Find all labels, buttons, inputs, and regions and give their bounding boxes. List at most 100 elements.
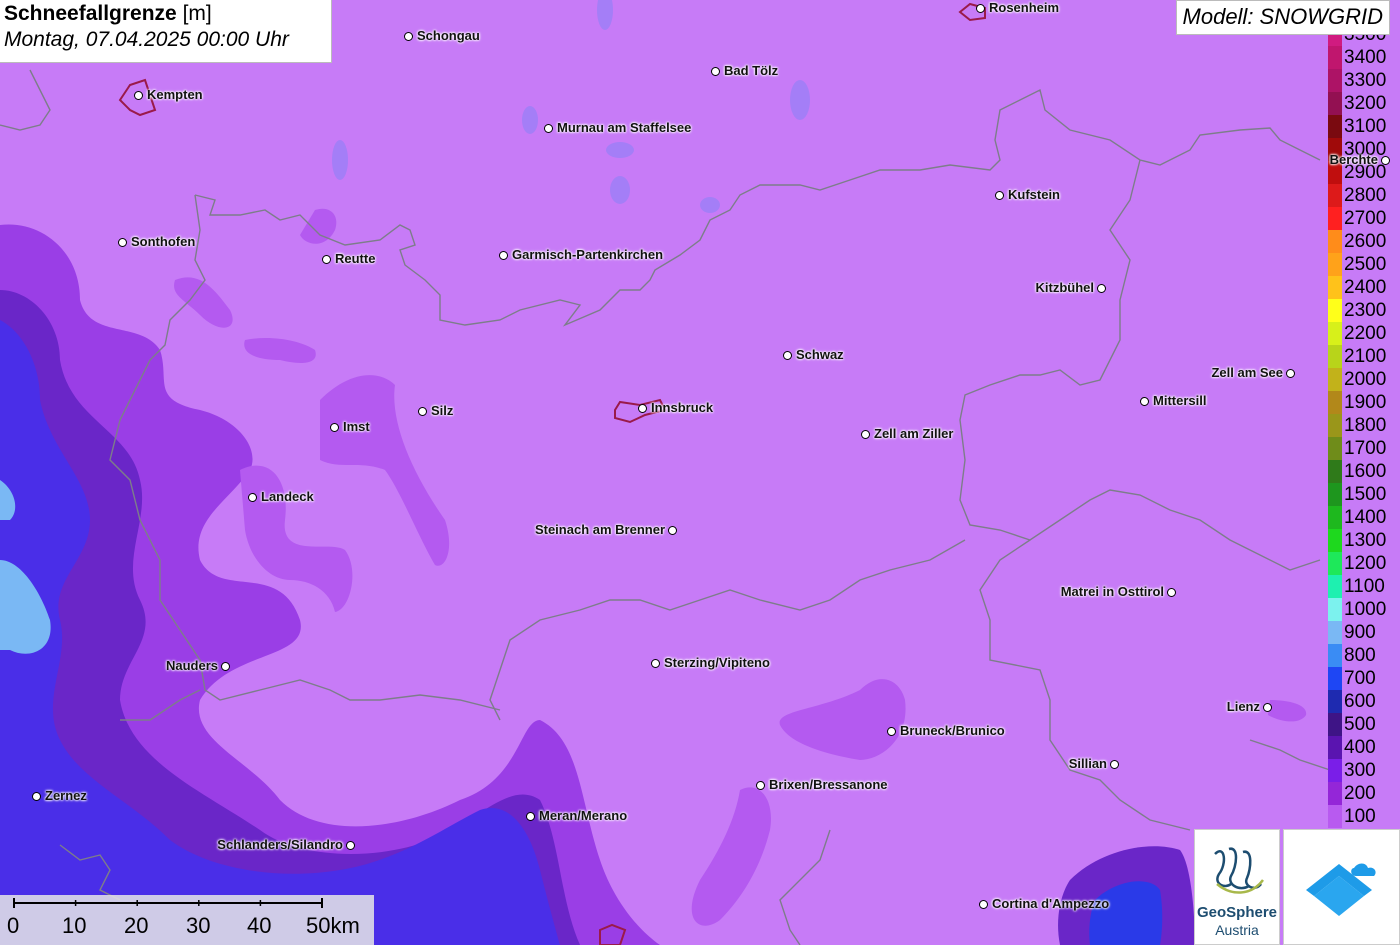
scale-label-10: 10 (62, 913, 87, 938)
scale-bar: 0 10 20 30 40 50km (0, 895, 374, 945)
legend-swatch (1328, 207, 1342, 230)
city-dot[interactable] (1286, 369, 1295, 378)
city-dot[interactable] (756, 781, 765, 790)
city-dot[interactable] (330, 423, 339, 432)
city-label: Kitzbühel (1035, 280, 1095, 295)
legend-label: 2100 (1344, 346, 1387, 367)
city-dot[interactable] (995, 191, 1004, 200)
legend-row-3300: 3300 (1328, 69, 1400, 92)
legend-swatch (1328, 598, 1342, 621)
city-dot[interactable] (979, 900, 988, 909)
geosphere-logo-name: GeoSphere (1196, 904, 1278, 921)
legend-swatch (1328, 736, 1342, 759)
scale-label-0: 0 (7, 913, 20, 938)
legend-swatch (1328, 69, 1342, 92)
legend-swatch (1328, 345, 1342, 368)
scale-label-20: 20 (124, 913, 149, 938)
legend-label: 3500 (1344, 35, 1386, 46)
city-dot[interactable] (1110, 760, 1119, 769)
legend-label: 300 (1344, 760, 1376, 781)
legend-swatch (1328, 299, 1342, 322)
legend-label: 2800 (1344, 185, 1387, 206)
city-dot[interactable] (1381, 156, 1390, 165)
city-dot[interactable] (783, 351, 792, 360)
geosphere-logo-sub: Austria (1215, 922, 1259, 938)
map-title-box: Schneefallgrenze [m] Montag, 07.04.2025 … (0, 0, 332, 63)
city-label: Lienz (1226, 699, 1260, 714)
city-dot[interactable] (651, 659, 660, 668)
city-dot[interactable] (1097, 284, 1106, 293)
city-label: Matrei in Osttirol (1060, 584, 1164, 599)
legend-swatch (1328, 391, 1342, 414)
city-dot[interactable] (118, 238, 127, 247)
legend-row-1200: 1200 (1328, 552, 1400, 575)
city-dot[interactable] (526, 812, 535, 821)
legend-row-1600: 1600 (1328, 460, 1400, 483)
legend-swatch (1328, 230, 1342, 253)
legend-row-1500: 1500 (1328, 483, 1400, 506)
legend-row-100: 100 (1328, 805, 1400, 828)
city-dot[interactable] (1140, 397, 1149, 406)
legend-row-2100: 2100 (1328, 345, 1400, 368)
city-label: Reutte (335, 251, 376, 266)
legend-label: 1800 (1344, 415, 1387, 436)
city-label: Garmisch-Partenkirchen (512, 247, 664, 262)
legend-label: 2300 (1344, 300, 1387, 321)
legend-label: 1900 (1344, 392, 1387, 413)
legend-label: 2600 (1344, 231, 1387, 252)
legend-label: 2700 (1344, 208, 1387, 229)
snowfall-map[interactable] (0, 0, 1400, 945)
scale-label-30: 30 (186, 913, 211, 938)
legend-swatch (1328, 552, 1342, 575)
map-date: Montag, 07.04.2025 00:00 Uhr (4, 28, 289, 51)
city-label: Silz (431, 403, 454, 418)
city-dot[interactable] (32, 792, 41, 801)
legend-swatch (1328, 713, 1342, 736)
geosphere-logo[interactable]: GeoSphere Austria (1194, 829, 1280, 945)
legend-swatch (1328, 759, 1342, 782)
legend-swatch (1328, 253, 1342, 276)
legend-label: 500 (1344, 714, 1376, 735)
map-title: Schneefallgrenze [m] (4, 2, 212, 25)
legend-row-500: 500 (1328, 713, 1400, 736)
city-dot[interactable] (248, 493, 257, 502)
legend-label: 1200 (1344, 553, 1387, 574)
city-dot[interactable] (499, 251, 508, 260)
legend-label: 1400 (1344, 507, 1387, 528)
city-dot[interactable] (404, 32, 413, 41)
city-dot[interactable] (418, 407, 427, 416)
city-dot[interactable] (861, 430, 870, 439)
city-dot[interactable] (322, 255, 331, 264)
city-dot[interactable] (1167, 588, 1176, 597)
city-dot[interactable] (887, 727, 896, 736)
city-dot[interactable] (976, 4, 985, 13)
legend-row-1000: 1000 (1328, 598, 1400, 621)
legend-label: 1000 (1344, 599, 1387, 620)
city-label: Sillian (1068, 756, 1107, 771)
city-label: Sonthofen (131, 234, 196, 249)
city-dot[interactable] (544, 124, 553, 133)
city-label: Schlanders/Silandro (217, 837, 343, 852)
legend-row-3400: 3400 (1328, 46, 1400, 69)
legend-swatch (1328, 690, 1342, 713)
city-dot[interactable] (1263, 703, 1272, 712)
legend-row-2500: 2500 (1328, 253, 1400, 276)
legend-row-200: 200 (1328, 782, 1400, 805)
city-label: Berchte (1329, 152, 1378, 167)
city-dot[interactable] (221, 662, 230, 671)
legend-row-800: 800 (1328, 644, 1400, 667)
city-dot[interactable] (668, 526, 677, 535)
city-label: Schongau (417, 28, 480, 43)
model-label: Modell: SNOWGRID (1175, 0, 1390, 35)
legend-swatch (1328, 483, 1342, 506)
legend-row-600: 600 (1328, 690, 1400, 713)
city-dot[interactable] (638, 404, 647, 413)
legend-label: 3400 (1344, 47, 1387, 68)
city-dot[interactable] (346, 841, 355, 850)
city-label: Meran/Merano (539, 808, 628, 823)
city-dot[interactable] (711, 67, 720, 76)
snowgrid-logo[interactable] (1283, 829, 1400, 945)
city-label: Kufstein (1008, 187, 1060, 202)
legend-row-3200: 3200 (1328, 92, 1400, 115)
city-dot[interactable] (134, 91, 143, 100)
